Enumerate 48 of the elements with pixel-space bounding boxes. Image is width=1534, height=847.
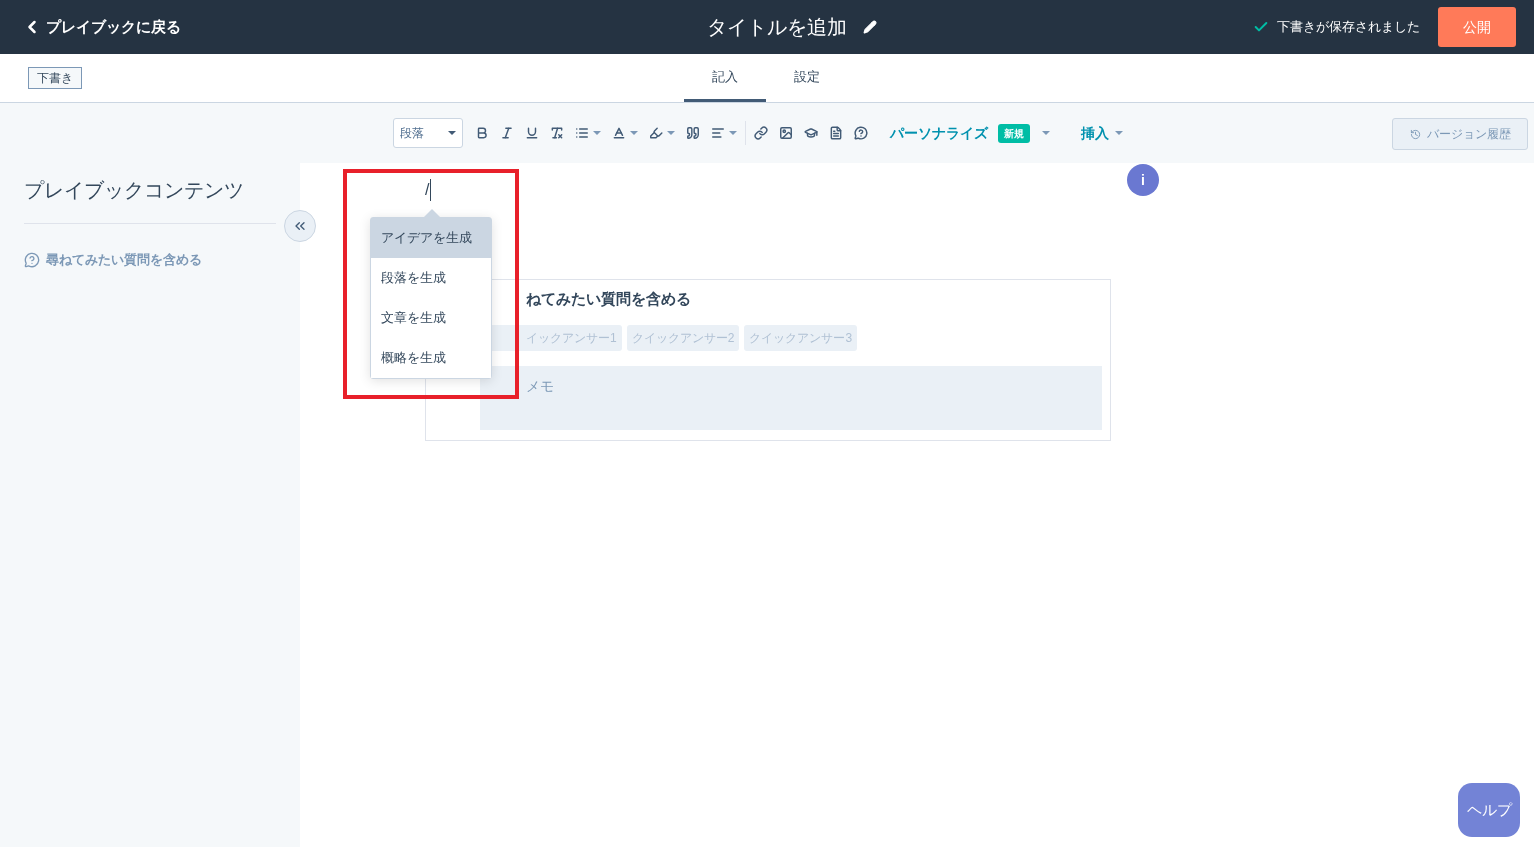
tab[interactable]: 記入 xyxy=(684,54,766,102)
quote-icon xyxy=(686,126,700,140)
sidebar-item[interactable]: 尋ねてみたい質問を含める xyxy=(24,250,276,270)
collapse-button[interactable] xyxy=(284,210,316,242)
list-icon xyxy=(575,126,589,140)
clear-format-icon xyxy=(550,126,564,140)
caret-icon xyxy=(630,131,638,135)
caret-icon xyxy=(1042,131,1050,135)
edit-icon[interactable] xyxy=(863,20,877,34)
version-history-button[interactable]: バージョン履歴 xyxy=(1392,118,1528,150)
menu-item[interactable]: 段落を生成 xyxy=(371,258,491,298)
menu-item[interactable]: アイデアを生成 xyxy=(371,218,491,258)
sidebar-title: プレイブックコンテンツ xyxy=(24,175,276,224)
text-color-icon xyxy=(612,126,626,140)
caret-icon xyxy=(448,131,456,135)
typed-text: / xyxy=(425,179,432,201)
bold-icon xyxy=(475,126,489,140)
new-badge: 新規 xyxy=(998,123,1030,143)
memo-field[interactable]: メモ xyxy=(480,366,1102,430)
caret-icon xyxy=(667,131,675,135)
page-title[interactable]: タイトルを追加 xyxy=(707,12,847,42)
insert-menu[interactable]: 挿入 xyxy=(1081,122,1123,144)
marker-icon xyxy=(649,126,663,140)
info-badge[interactable]: i xyxy=(1127,164,1159,196)
save-status: 下書きが保存されました xyxy=(1277,18,1420,37)
help-button[interactable]: ヘルプ xyxy=(1458,783,1520,837)
tab[interactable]: 設定 xyxy=(766,54,848,102)
image-icon xyxy=(779,126,793,140)
align-left-icon xyxy=(711,126,725,140)
personalize-menu[interactable]: パーソナライズ 新規 xyxy=(890,122,1050,144)
menu-item[interactable]: 文章を生成 xyxy=(371,298,491,338)
status-badge: 下書き xyxy=(28,67,82,89)
question-bubble-icon xyxy=(854,126,868,140)
graduation-cap-icon xyxy=(804,126,818,140)
question-bubble-icon xyxy=(24,251,40,268)
link-icon xyxy=(754,126,768,140)
document-icon xyxy=(829,126,843,140)
caret-icon xyxy=(729,131,737,135)
italic-icon xyxy=(500,126,514,140)
underline-icon xyxy=(525,126,539,140)
caret-icon xyxy=(593,131,601,135)
history-icon xyxy=(1409,128,1421,140)
back-link[interactable]: プレイブックに戻る xyxy=(22,15,322,39)
block-style-select[interactable]: 段落 xyxy=(393,118,463,148)
publish-button[interactable]: 公開 xyxy=(1438,7,1516,47)
caret-icon xyxy=(1115,131,1123,135)
menu-item[interactable]: 概略を生成 xyxy=(371,338,491,378)
card-title: ねてみたい質問を含める xyxy=(525,289,692,309)
